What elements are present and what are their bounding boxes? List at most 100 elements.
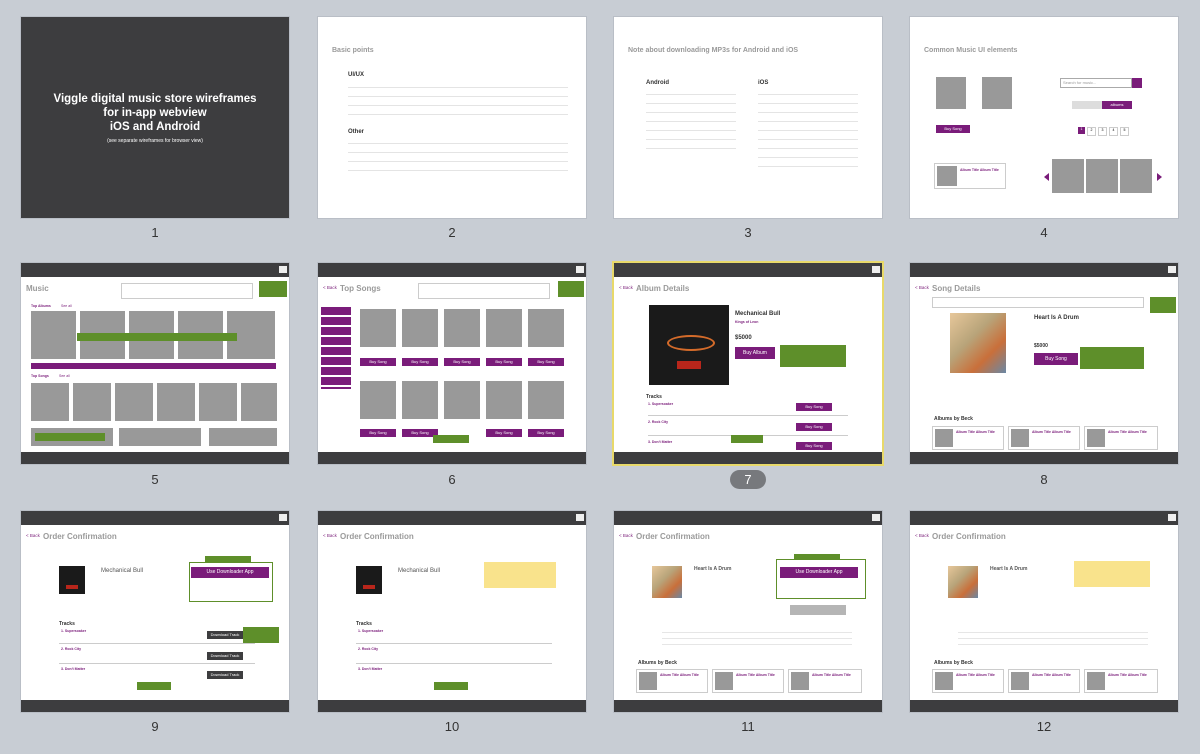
back-link[interactable]: < Back <box>915 285 929 290</box>
track-title: 1. Supersoaker <box>61 629 87 633</box>
download-track-button[interactable]: Download Track <box>207 652 243 660</box>
carousel-next-icon[interactable] <box>1157 173 1162 181</box>
buy-song-button[interactable]: Buy Song <box>360 429 396 437</box>
slide-thumbnail-8[interactable]: < Back Song Details Heart Is A Drum $500… <box>910 263 1178 464</box>
back-link[interactable]: < Back <box>323 285 337 290</box>
album-art <box>1087 429 1105 447</box>
page-link[interactable]: 4 <box>1109 127 1118 136</box>
track-title: 3. Don't Matter <box>648 440 673 444</box>
buy-song-button[interactable]: Buy Song <box>796 423 832 431</box>
slide-thumbnail-12[interactable]: < Back Order Confirmation Heart Is A Dru… <box>910 511 1178 712</box>
toggle-option[interactable] <box>1072 101 1102 109</box>
slide-thumbnail-2[interactable]: Basic points UI/UX Other <box>318 17 586 218</box>
page-title: Album Details <box>636 284 690 293</box>
buy-song-button[interactable]: Buy Song <box>486 358 522 366</box>
slide-thumbnail-1[interactable]: Viggle digital music store wireframes fo… <box>21 17 289 218</box>
back-link[interactable]: < Back <box>26 533 40 538</box>
album-card[interactable]: Album Title Album Title <box>1084 669 1158 693</box>
column-text <box>646 90 736 150</box>
tracks-heading: Tracks <box>646 394 662 400</box>
album-art <box>936 77 966 109</box>
menu-icon[interactable] <box>576 266 584 273</box>
buy-song-button[interactable]: Buy Song <box>528 358 564 366</box>
genre-bar[interactable] <box>31 363 276 369</box>
slide-thumbnail-7[interactable]: < Back Album Details Mechanical Bull Kin… <box>614 263 882 464</box>
menu-icon[interactable] <box>279 514 287 521</box>
menu-icon[interactable] <box>1168 514 1176 521</box>
buy-song-button[interactable]: Buy Song <box>360 358 396 366</box>
download-track-button[interactable]: Download Track <box>207 631 243 639</box>
page-link[interactable]: 2 <box>1087 127 1096 136</box>
search-icon[interactable] <box>1132 78 1142 88</box>
page-link[interactable]: 3 <box>1098 127 1107 136</box>
slide-thumbnail-9[interactable]: < Back Order Confirmation Mechanical Bul… <box>21 511 289 712</box>
carousel-prev-icon[interactable] <box>1044 173 1049 181</box>
menu-icon[interactable] <box>1168 266 1176 273</box>
menu-icon[interactable] <box>872 514 880 521</box>
see-all-link[interactable]: See all <box>59 374 70 378</box>
page-title: Order Confirmation <box>932 532 1006 541</box>
buy-song-button[interactable]: Buy Song <box>528 429 564 437</box>
artist-link[interactable]: Kings of Leon <box>735 320 758 324</box>
album-art <box>1011 672 1029 690</box>
slide-thumbnail-11[interactable]: < Back Order Confirmation Heart Is A Dru… <box>614 511 882 712</box>
song-art <box>73 383 111 421</box>
slide-number: 1 <box>151 225 159 240</box>
download-track-button[interactable]: Download Track <box>207 671 243 679</box>
slide-number: 5 <box>151 472 159 487</box>
album-card[interactable]: Album Title Album Title <box>1008 669 1080 693</box>
album-title: Album Title Album Title <box>956 673 995 677</box>
album-card[interactable]: Album Title Album Title <box>636 669 708 693</box>
section-heading: Albums by Beck <box>934 416 973 422</box>
use-downloader-app-button[interactable]: Use Downloader App <box>191 567 269 578</box>
menu-icon[interactable] <box>576 514 584 521</box>
annotation-note <box>259 281 287 297</box>
song-cover <box>950 313 1006 373</box>
slide-thumbnail-3[interactable]: Note about downloading MP3s for Android … <box>614 17 882 218</box>
album-art <box>937 166 957 186</box>
album-card[interactable]: Album Title Album Title <box>934 163 1006 189</box>
page-title: Order Confirmation <box>636 532 710 541</box>
album-art <box>31 311 76 359</box>
buy-song-button[interactable]: Buy Song <box>402 358 438 366</box>
slide-thumbnail-5[interactable]: Music Top Albums See all Top Songs See a… <box>21 263 289 464</box>
back-link[interactable]: < Back <box>915 533 929 538</box>
annotation-note <box>434 682 468 690</box>
buy-song-button[interactable]: Buy Song <box>486 429 522 437</box>
album-title: Mechanical Bull <box>101 568 144 574</box>
page-link[interactable]: 5 <box>1120 127 1129 136</box>
back-link[interactable]: < Back <box>323 533 337 538</box>
top-bar <box>910 263 1178 277</box>
album-card[interactable]: Album Title Album Title <box>932 669 1004 693</box>
buy-album-button[interactable]: Buy Album <box>735 347 775 359</box>
album-card[interactable]: Album Title Album Title <box>932 426 1004 450</box>
bottom-bar <box>21 700 289 712</box>
slide-thumbnail-4[interactable]: Common Music UI elements Buy Song Search… <box>910 17 1178 218</box>
column-heading: iOS <box>758 80 769 86</box>
album-card[interactable]: Album Title Album Title <box>788 669 862 693</box>
back-link[interactable]: < Back <box>619 285 633 290</box>
album-card[interactable]: Album Title Album Title <box>1084 426 1158 450</box>
section-label: Top Songs <box>31 374 49 378</box>
menu-icon[interactable] <box>279 266 287 273</box>
slide-thumbnail-10[interactable]: < Back Order Confirmation Mechanical Bul… <box>318 511 586 712</box>
use-downloader-app-button[interactable]: Use Downloader App <box>780 567 858 578</box>
buy-song-button[interactable]: Buy Song <box>936 125 970 133</box>
back-link[interactable]: < Back <box>619 533 633 538</box>
album-title: Album Title Album Title <box>956 430 995 434</box>
buy-song-button[interactable]: Buy Song <box>444 358 480 366</box>
page-link[interactable]: 1 <box>1078 127 1085 134</box>
genre-sidebar[interactable] <box>321 307 351 389</box>
show-download-button[interactable] <box>790 605 846 615</box>
toggle-albums[interactable]: albums <box>1102 101 1132 109</box>
divider <box>356 663 552 664</box>
buy-song-button[interactable]: Buy Song <box>796 403 832 411</box>
album-card[interactable]: Album Title Album Title <box>1008 426 1080 450</box>
slide-thumbnail-6[interactable]: < Back Top Songs Buy Song Buy Song Buy S… <box>318 263 586 464</box>
menu-icon[interactable] <box>872 266 880 273</box>
search-input[interactable]: Search for music... <box>1060 78 1132 88</box>
buy-song-button[interactable]: Buy Song <box>1034 353 1078 365</box>
see-all-link[interactable]: See all <box>61 304 72 308</box>
album-card[interactable]: Album Title Album Title <box>712 669 784 693</box>
buy-song-button[interactable]: Buy Song <box>796 442 832 450</box>
